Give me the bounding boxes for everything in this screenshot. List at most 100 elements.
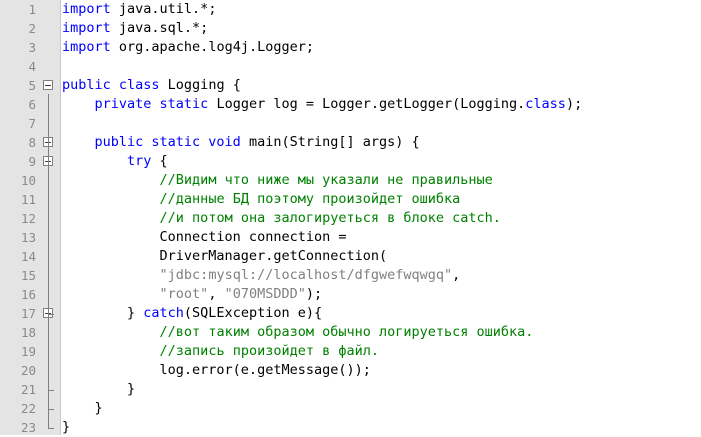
line-number: 3 bbox=[28, 40, 36, 55]
line-number: 11 bbox=[20, 192, 36, 207]
code-editor[interactable]: 1 import java.util.*; 2 import java.sql.*; 3… bbox=[0, 0, 701, 435]
code-line[interactable]: 15 "jdbc:mysql://localhost/dfgwefwqwgq", bbox=[0, 266, 701, 285]
line-number: 13 bbox=[20, 230, 36, 245]
code-line[interactable]: 5 public class Logging { bbox=[0, 76, 701, 95]
code-token: main(String[] args) { bbox=[240, 134, 420, 150]
line-number: 7 bbox=[28, 116, 36, 131]
line-number: 16 bbox=[20, 287, 36, 302]
code-line[interactable]: 19 //запись произойдет в файл. bbox=[0, 342, 701, 361]
code-token: (SQLException e){ bbox=[183, 305, 323, 321]
code-line[interactable]: 1 import java.util.*; bbox=[0, 0, 701, 19]
code-text: private static Logger log = Logger.getLo… bbox=[62, 95, 583, 114]
line-number: 5 bbox=[28, 78, 36, 93]
code-keyword: import bbox=[62, 39, 111, 55]
line-number: 20 bbox=[20, 363, 36, 378]
fold-end-main bbox=[47, 409, 54, 410]
code-token: Connection connection = bbox=[62, 229, 347, 245]
code-comment: //вот таким образом обычно логируеться о… bbox=[159, 324, 534, 340]
code-text: "jdbc:mysql://localhost/dfgwefwqwgq", bbox=[62, 266, 461, 285]
code-line[interactable]: 16 "root", "070MSDDD"); bbox=[0, 285, 701, 304]
line-number: 4 bbox=[28, 59, 36, 74]
code-line[interactable]: 7 bbox=[0, 114, 701, 133]
line-number: 17 bbox=[20, 306, 36, 321]
fold-collapse-icon[interactable] bbox=[43, 80, 53, 90]
code-line[interactable]: 18 //вот таким образом обычно логируетьс… bbox=[0, 323, 701, 342]
line-number: 6 bbox=[28, 97, 36, 112]
code-text: } bbox=[62, 380, 135, 399]
code-text: public class Logging { bbox=[62, 76, 241, 95]
code-text: "root", "070MSDDD"); bbox=[62, 285, 323, 304]
code-string: "root" bbox=[159, 286, 209, 302]
code-line[interactable]: 17 } catch(SQLException e){ bbox=[0, 304, 701, 323]
code-token: org.apache.log4j.Logger; bbox=[110, 39, 314, 55]
code-line[interactable]: 6 private static Logger log = Logger.get… bbox=[0, 95, 701, 114]
code-line[interactable]: 4 bbox=[0, 57, 701, 76]
code-line[interactable]: 9 try { bbox=[0, 152, 701, 171]
code-line[interactable]: 10 //Видим что ниже мы указали не правил… bbox=[0, 171, 701, 190]
line-number: 19 bbox=[20, 344, 36, 359]
code-line[interactable]: 14 DriverManager.getConnection( bbox=[0, 247, 701, 266]
line-number: 15 bbox=[20, 268, 36, 283]
line-number: 18 bbox=[20, 325, 36, 340]
code-text: import java.sql.*; bbox=[62, 19, 208, 38]
code-text: } bbox=[62, 399, 103, 418]
code-line[interactable]: 8 public static void main(String[] args)… bbox=[0, 133, 701, 152]
code-text: } catch(SQLException e){ bbox=[62, 304, 322, 323]
code-token: log.error(e.getMessage()); bbox=[62, 362, 371, 378]
line-number: 23 bbox=[20, 420, 36, 435]
code-keyword: try bbox=[127, 153, 152, 169]
code-keyword: private static bbox=[94, 96, 209, 112]
code-text: //Видим что ниже мы указали не правильны… bbox=[62, 171, 493, 190]
code-comment: //запись произойдет в файл. bbox=[159, 343, 379, 359]
code-line[interactable]: 13 Connection connection = bbox=[0, 228, 701, 247]
code-line[interactable]: 23} bbox=[0, 418, 701, 437]
code-token: ); bbox=[305, 286, 323, 302]
code-text: Connection connection = bbox=[62, 228, 347, 247]
code-text: //и потом она залогируеться в блоке catc… bbox=[62, 209, 501, 228]
code-text: DriverManager.getConnection( bbox=[62, 247, 388, 266]
code-text: } bbox=[62, 418, 70, 437]
code-token: ); bbox=[565, 96, 583, 112]
code-line[interactable]: 2 import java.sql.*; bbox=[0, 19, 701, 38]
fold-end-catch bbox=[47, 390, 54, 391]
code-token: DriverManager.getConnection( bbox=[62, 248, 388, 264]
code-token: } bbox=[62, 400, 103, 416]
code-token: , bbox=[208, 286, 225, 302]
line-number: 21 bbox=[20, 382, 36, 397]
code-token: Logging { bbox=[159, 77, 241, 93]
line-number: 8 bbox=[28, 135, 36, 150]
code-line[interactable]: 11 //данные БД поэтому произойдет ошибка bbox=[0, 190, 701, 209]
code-text: public static void main(String[] args) { bbox=[62, 133, 420, 152]
code-token: } bbox=[62, 419, 71, 435]
code-token: } bbox=[62, 305, 144, 321]
line-number: 10 bbox=[20, 173, 36, 188]
line-number: 12 bbox=[20, 211, 36, 226]
code-line[interactable]: 12 //и потом она залогируеться в блоке c… bbox=[0, 209, 701, 228]
code-line[interactable]: 3 import org.apache.log4j.Logger; bbox=[0, 38, 701, 57]
code-keyword: import bbox=[62, 1, 111, 17]
code-token: java.util.*; bbox=[110, 1, 217, 17]
line-number: 2 bbox=[28, 21, 36, 36]
code-comment: //Видим что ниже мы указали не правильны… bbox=[159, 172, 493, 188]
code-text: //данные БД поэтому произойдет ошибка bbox=[62, 190, 461, 209]
code-comment: //и потом она залогируеться в блоке catc… bbox=[159, 210, 501, 226]
code-text: import org.apache.log4j.Logger; bbox=[62, 38, 314, 57]
code-token: Logger log = Logger.getLogger(Logging. bbox=[208, 96, 526, 112]
fold-guide-class bbox=[47, 94, 49, 428]
code-line[interactable]: 22 } bbox=[0, 399, 701, 418]
code-line[interactable]: 21 } bbox=[0, 380, 701, 399]
code-string: "jdbc:mysql://localhost/dfgwefwqwgq" bbox=[159, 267, 453, 283]
line-number: 22 bbox=[20, 401, 36, 416]
code-text: //вот таким образом обычно логируеться о… bbox=[62, 323, 534, 342]
code-keyword: public class bbox=[62, 77, 160, 93]
code-line[interactable]: 20 log.error(e.getMessage()); bbox=[0, 361, 701, 380]
